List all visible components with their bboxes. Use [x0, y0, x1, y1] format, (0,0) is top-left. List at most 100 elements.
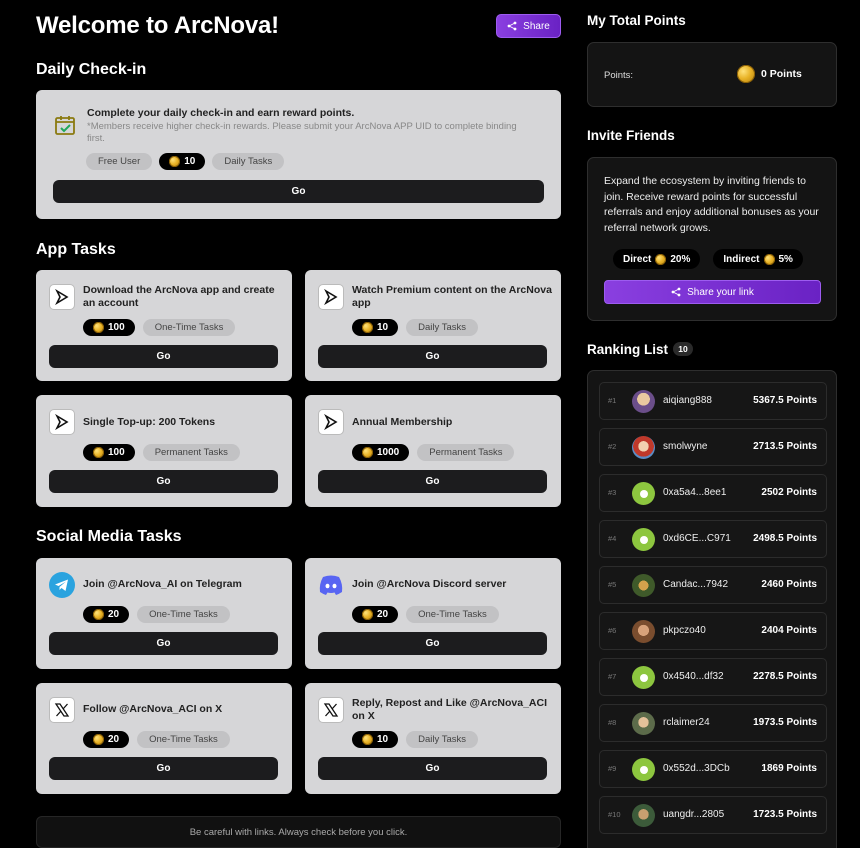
task-card: Reply, Repost and Like @ArcNova_ACI on X… [305, 683, 561, 794]
x-icon [49, 697, 75, 723]
points-badge: 100 [83, 444, 135, 461]
task-go-button[interactable]: Go [49, 470, 278, 493]
ranking-panel: #1 aiqiang888 5367.5 Points #2 smolwyne 2713… [587, 370, 837, 848]
task-title: Download the ArcNova app and create an a… [83, 284, 275, 309]
rank-username: rclaimer24 [663, 717, 710, 728]
avatar [632, 666, 655, 689]
ranking-row[interactable]: #6 pkpczo40 2404 Points [599, 612, 827, 650]
share-icon [671, 287, 681, 297]
rank-points: 2502 Points [761, 487, 817, 498]
rank-number: #7 [608, 672, 617, 681]
points-value: 20 [108, 609, 120, 620]
ranking-row[interactable]: #5 Candac...7942 2460 Points [599, 566, 827, 604]
rank-username: 0xa5a4...8ee1 [663, 487, 727, 498]
rank-number: #3 [608, 488, 617, 497]
avatar [632, 574, 655, 597]
task-go-button[interactable]: Go [49, 757, 278, 780]
share-link-button[interactable]: Share your link [604, 280, 821, 304]
rank-points: 2713.5 Points [753, 441, 817, 452]
coin-icon [93, 609, 104, 620]
direct-label: Direct [623, 253, 652, 265]
ranking-row[interactable]: #10 uangdr...2805 1723.5 Points [599, 796, 827, 834]
total-points-title: My Total Points [587, 13, 686, 28]
points-value: 10 [377, 322, 389, 333]
points-value: 100 [108, 447, 125, 458]
coin-icon [93, 322, 104, 333]
ranking-row[interactable]: #1 aiqiang888 5367.5 Points [599, 382, 827, 420]
task-go-button[interactable]: Go [318, 470, 547, 493]
checkin-note: *Members receive higher check-in rewards… [87, 121, 517, 144]
rank-points: 2460 Points [761, 579, 817, 590]
coin-icon [169, 156, 181, 167]
task-title: Watch Premium content on the ArcNova app [352, 284, 552, 309]
task-card: Join @ArcNova Discord server 20 One-Time… [305, 558, 561, 669]
avatar [632, 436, 655, 459]
coin-icon [763, 253, 775, 265]
invite-description: Expand the ecosystem by inviting friends… [604, 175, 819, 234]
social-tasks-title: Social Media Tasks [36, 528, 182, 545]
task-card: Watch Premium content on the ArcNova app… [305, 270, 561, 381]
points-badge: 1000 [352, 444, 410, 461]
direct-rate: 20% [670, 253, 691, 265]
points-value: 100 [108, 322, 125, 333]
rank-username: Candac...7942 [663, 579, 729, 590]
ranking-row[interactable]: #7 0x4540...df32 2278.5 Points [599, 658, 827, 696]
task-go-button[interactable]: Go [318, 345, 547, 368]
task-go-button[interactable]: Go [49, 345, 278, 368]
task-go-button[interactable]: Go [318, 632, 547, 655]
task-type-badge: One-Time Tasks [137, 731, 230, 748]
checkin-go-button[interactable]: Go [53, 180, 544, 203]
points-value: 1000 [377, 447, 400, 458]
ranking-row[interactable]: #8 rclaimer24 1973.5 Points [599, 704, 827, 742]
rank-number: #10 [608, 810, 621, 819]
points-value: 10 [377, 734, 389, 745]
coin-icon [362, 609, 373, 620]
coin-icon [362, 322, 373, 333]
task-title: Join @ArcNova_AI on Telegram [83, 578, 242, 590]
task-card: Download the ArcNova app and create an a… [36, 270, 292, 381]
ranking-row[interactable]: #3 0xa5a4...8ee1 2502 Points [599, 474, 827, 512]
rank-points: 2498.5 Points [753, 533, 817, 544]
rank-number: #1 [608, 396, 617, 405]
points-badge: 10 [352, 731, 399, 748]
rank-number: #2 [608, 442, 617, 451]
rank-username: aiqiang888 [663, 395, 712, 406]
task-type-badge: Daily Tasks [406, 731, 478, 748]
share-link-label: Share your link [687, 286, 754, 298]
points-badge: 20 [83, 606, 130, 623]
avatar [632, 528, 655, 551]
member-tier-badge: Free User [86, 153, 153, 170]
task-title: Reply, Repost and Like @ArcNova_ACI on X [352, 697, 548, 722]
rank-username: uangdr...2805 [663, 809, 725, 820]
ranking-title-wrap: Ranking List 10 [587, 342, 694, 357]
task-type-badge: Permanent Tasks [417, 444, 515, 461]
task-type-badge: Daily Tasks [212, 153, 285, 170]
points-badge: 20 [352, 606, 399, 623]
coin-icon [655, 253, 667, 265]
coin-icon [362, 734, 373, 745]
safety-note: Be careful with links. Always check befo… [36, 816, 561, 848]
task-type-badge: Permanent Tasks [142, 444, 240, 461]
task-card: Annual Membership 1000 Permanent Tasks G… [305, 395, 561, 507]
task-type-badge: Daily Tasks [406, 319, 478, 336]
checkin-heading: Complete your daily check-in and earn re… [87, 107, 355, 119]
rank-number: #6 [608, 626, 617, 635]
arcnova-logo-icon [318, 284, 344, 310]
invite-friends-title: Invite Friends [587, 128, 675, 143]
ranking-count-badge: 10 [673, 342, 694, 356]
task-card: Join @ArcNova_AI on Telegram 20 One-Time… [36, 558, 292, 669]
ranking-row[interactable]: #4 0xd6CE...C971 2498.5 Points [599, 520, 827, 558]
direct-rate-badge: Direct 20% [613, 249, 701, 269]
points-value: 20 [108, 734, 120, 745]
ranking-row[interactable]: #2 smolwyne 2713.5 Points [599, 428, 827, 466]
share-icon [507, 21, 517, 31]
arcnova-logo-icon [318, 409, 344, 435]
task-go-button[interactable]: Go [318, 757, 547, 780]
task-go-button[interactable]: Go [49, 632, 278, 655]
rank-points: 5367.5 Points [753, 395, 817, 406]
ranking-row[interactable]: #9 0x552d...3DCb 1869 Points [599, 750, 827, 788]
total-points-panel: Points: 0 Points [587, 42, 837, 107]
share-button[interactable]: Share [496, 14, 561, 38]
page-title: Welcome to ArcNova! [36, 12, 279, 39]
avatar [632, 758, 655, 781]
